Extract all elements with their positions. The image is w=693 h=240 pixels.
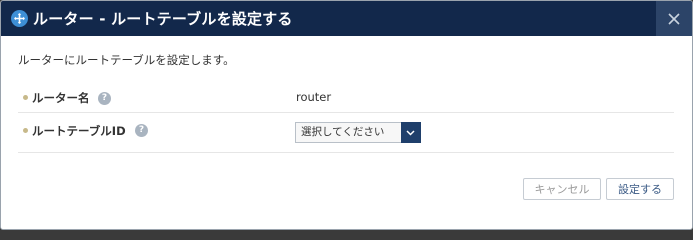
route-table-id-label: ルートテーブルID	[32, 124, 126, 138]
route-table-icon	[11, 10, 28, 27]
bullet-dot	[23, 128, 28, 133]
cancel-button[interactable]: キャンセル	[523, 178, 601, 200]
router-name-row: ルーター名 ? router	[18, 84, 674, 113]
router-name-value: router	[296, 90, 332, 104]
close-button[interactable]	[656, 1, 692, 36]
help-icon[interactable]: ?	[98, 92, 111, 105]
set-button[interactable]: 設定する	[606, 178, 674, 200]
route-table-id-select-value[interactable]: 選択してください	[295, 122, 401, 143]
dialog-titlebar: ルーター - ルートテーブルを設定する	[1, 1, 692, 36]
router-name-label: ルーター名	[32, 91, 90, 105]
dialog-title: ルーター - ルートテーブルを設定する	[33, 10, 293, 28]
bullet-dot	[23, 95, 28, 100]
help-icon[interactable]: ?	[135, 124, 148, 137]
chevron-down-icon[interactable]	[400, 122, 421, 143]
close-icon	[668, 12, 680, 25]
dialog-description: ルーターにルートテーブルを設定します。	[18, 53, 235, 67]
route-table-id-select[interactable]: 選択してください	[295, 122, 421, 143]
set-route-table-dialog: ルーター - ルートテーブルを設定する ルーターにルートテーブルを設定します。 …	[0, 0, 693, 230]
route-table-id-row: ルートテーブルID ? 選択してください	[18, 112, 674, 153]
